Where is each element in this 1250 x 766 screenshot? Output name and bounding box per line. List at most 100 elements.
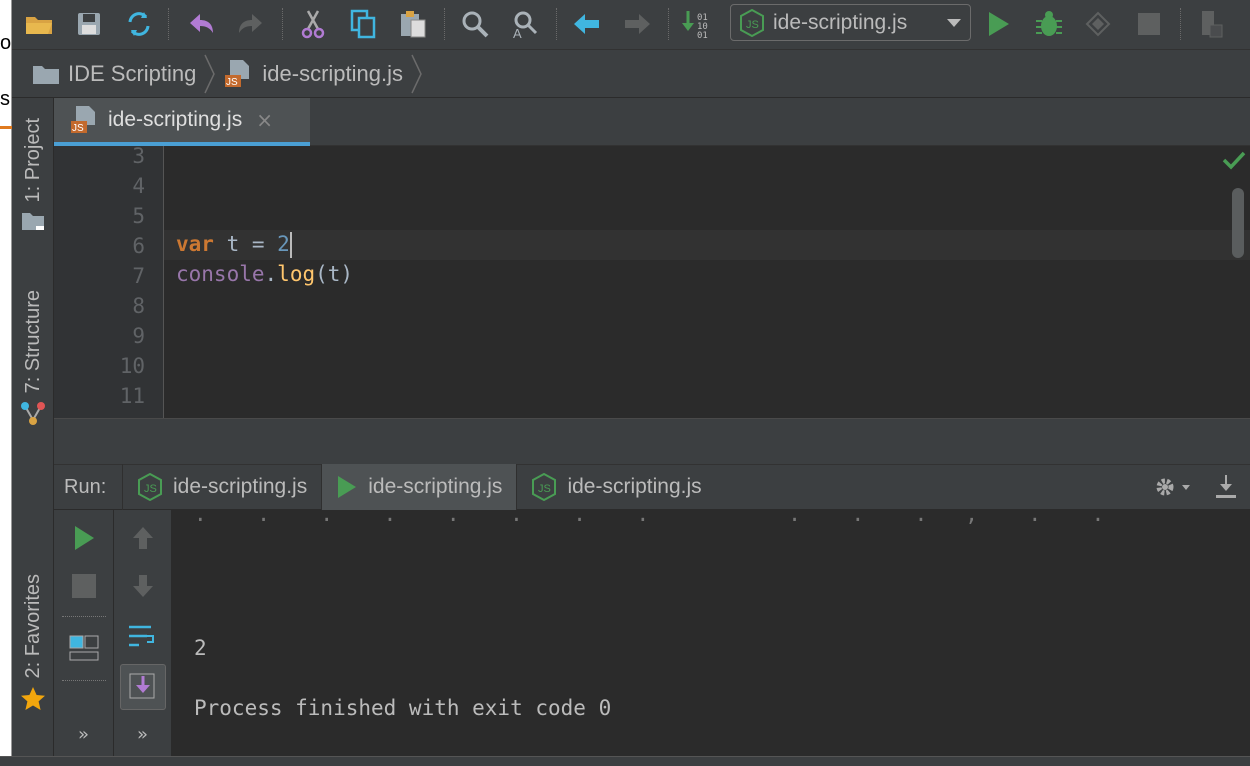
chevron-down-icon (947, 18, 961, 27)
star-icon (21, 687, 45, 711)
tool-tab-label: 1: Project (21, 118, 44, 203)
svg-text:JS: JS (746, 19, 759, 31)
nodejs-icon: JS (532, 473, 557, 501)
run-actions-bar: » (54, 510, 114, 756)
tab-label: ide-scripting.js (108, 108, 243, 131)
tool-tab-label: 7: Structure (21, 290, 44, 394)
restore-layout-icon[interactable] (54, 628, 113, 668)
code-text: t = (213, 232, 278, 256)
up-arrow-icon[interactable] (114, 518, 171, 558)
tab-ide-scripting-js[interactable]: JS ide-scripting.js × (54, 98, 310, 146)
more-actions-icon[interactable]: » (114, 714, 171, 754)
breadcrumb-separator (204, 54, 216, 93)
stop-icon[interactable] (1132, 7, 1166, 41)
svg-text:01: 01 (697, 31, 708, 39)
line-number: 4 (132, 174, 145, 198)
main-toolbar: A 01 10 01 JS ide-scripting.js (12, 0, 1250, 50)
line-number: 11 (119, 384, 145, 408)
navigation-breadcrumb: IDE Scripting JS ide-scripting.js (12, 50, 1250, 98)
number-literal: 2 (277, 232, 290, 256)
folder-icon (33, 65, 59, 84)
run-tab-label: ide-scripting.js (173, 475, 308, 498)
down-arrow-icon[interactable] (114, 566, 171, 606)
function-name: log (277, 262, 316, 286)
js-file-icon: JS (71, 106, 95, 134)
breadcrumb-item-project[interactable]: IDE Scripting (32, 61, 196, 87)
scrolled-out-text: . . . . . . . . . . . , . . (194, 510, 1105, 526)
tool-tab-favorites[interactable]: 2: Favorites (12, 574, 54, 712)
debug-icon[interactable] (1032, 7, 1066, 41)
paste-icon[interactable] (396, 7, 430, 41)
code-line-7: console.log(t) (176, 262, 353, 286)
no-problems-check-icon (1222, 151, 1246, 170)
rerun-icon[interactable] (54, 518, 113, 558)
breadcrumb-item-file[interactable]: JS ide-scripting.js (224, 59, 403, 89)
breadcrumb-label: IDE Scripting (68, 60, 197, 86)
project-structure-icon[interactable] (1194, 7, 1228, 41)
close-icon[interactable]: × (256, 108, 273, 132)
run-tab-label: ide-scripting.js (368, 475, 503, 498)
forward-icon[interactable] (620, 7, 654, 41)
gear-icon[interactable] (1152, 473, 1192, 501)
nodejs-icon: JS (138, 473, 162, 501)
console-output-line: 2 (194, 636, 207, 660)
svg-text:JS: JS (538, 483, 551, 495)
js-file-icon: JS (225, 59, 250, 88)
hide-panel-icon[interactable] (1214, 473, 1238, 501)
run-tab-1[interactable]: JS ide-scripting.js (122, 464, 321, 510)
line-number: 7 (132, 264, 145, 288)
soft-wrap-icon[interactable] (114, 616, 171, 656)
svg-text:A: A (513, 26, 522, 39)
redo-icon[interactable] (234, 7, 268, 41)
keyword: var (176, 232, 214, 256)
breadcrumb-separator (411, 54, 422, 93)
line-number: 5 (132, 204, 145, 228)
run-configuration-dropdown[interactable]: JS ide-scripting.js (730, 4, 971, 41)
tool-tab-label: 2: Favorites (21, 574, 44, 679)
editor-scrollbar[interactable] (1232, 188, 1244, 258)
current-line-highlight (164, 230, 1250, 260)
run-title: Run: (64, 475, 107, 498)
run-console-output[interactable]: . . . . . . . . . . . , . . 2 Process fi… (172, 510, 1250, 756)
run-tab-3[interactable]: JS ide-scripting.js (516, 464, 715, 510)
run-icon (338, 476, 357, 498)
background-window-strip: o s (0, 0, 12, 766)
build-icon[interactable]: 01 10 01 (680, 7, 714, 41)
left-tool-window-strip: 1: Project 7: Structure 2: Favorites (12, 98, 54, 766)
more-actions-icon[interactable]: » (54, 714, 113, 754)
stop-icon[interactable] (54, 566, 113, 606)
breadcrumb-label: ide-scripting.js (262, 60, 403, 86)
sync-icon[interactable] (122, 7, 156, 41)
save-icon[interactable] (72, 7, 106, 41)
line-number-gutter: 3 4 5 6 7 8 9 10 11 (54, 146, 164, 418)
code-line-6: var t = 2 (176, 232, 292, 258)
open-folder-icon[interactable] (22, 7, 56, 41)
run-tab-2[interactable]: ide-scripting.js (321, 464, 517, 510)
code-text: (t) (315, 262, 354, 286)
object-name: console (176, 262, 265, 286)
coverage-icon[interactable] (1082, 7, 1116, 41)
tool-tab-structure[interactable]: 7: Structure (12, 290, 54, 427)
run-configuration-label: ide-scripting.js (773, 10, 908, 34)
text-caret (289, 232, 292, 258)
line-number: 8 (132, 294, 145, 318)
copy-icon[interactable] (346, 7, 380, 41)
run-tab-label: ide-scripting.js (567, 475, 702, 498)
editor-bottom-panel (54, 418, 1250, 464)
console-output-line: Process finished with exit code 0 (194, 696, 612, 720)
find-icon[interactable] (458, 7, 492, 41)
background-accent-line (0, 126, 12, 129)
scroll-to-end-icon[interactable] (120, 664, 166, 710)
code-editor[interactable]: 3 4 5 6 7 8 9 10 11 var t = 2 console.lo… (54, 146, 1250, 418)
status-bar (0, 756, 1250, 766)
line-number: 10 (119, 354, 145, 378)
editor-tab-row: JS ide-scripting.js × (54, 98, 1250, 146)
replace-icon[interactable]: A (508, 7, 542, 41)
tool-tab-project[interactable]: 1: Project (12, 118, 54, 234)
structure-icon (21, 402, 45, 426)
cut-icon[interactable] (296, 7, 330, 41)
run-icon[interactable] (982, 7, 1016, 41)
back-icon[interactable] (570, 7, 604, 41)
undo-icon[interactable] (184, 7, 218, 41)
code-text: . (264, 262, 278, 286)
